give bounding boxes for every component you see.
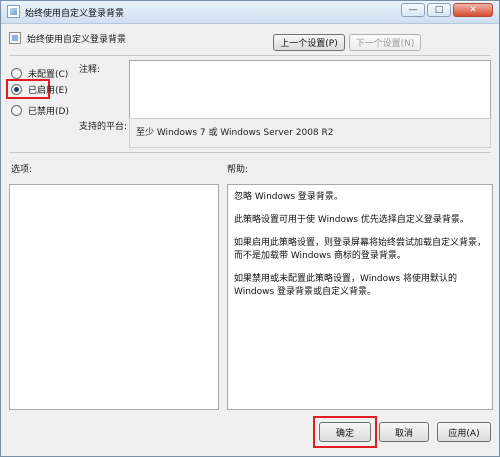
next-setting-button[interactable]: 下一个设置(N) bbox=[349, 34, 421, 51]
help-section-label: 帮助: bbox=[227, 165, 249, 175]
prev-setting-button[interactable]: 上一个设置(P) bbox=[273, 34, 345, 51]
section-divider bbox=[9, 152, 491, 153]
maximize-button[interactable]: □ bbox=[427, 3, 451, 17]
title-bar: 始终使用自定义登录背景 — □ ✕ bbox=[1, 1, 499, 24]
comment-label: 注释: bbox=[79, 65, 101, 75]
maximize-icon: □ bbox=[434, 5, 444, 15]
radio-dot bbox=[11, 68, 22, 79]
help-paragraph-3: 如果启用此策略设置，则登录屏幕将始终尝试加载自定义背景，而不是加载带 Windo… bbox=[234, 238, 487, 261]
options-panel[interactable] bbox=[9, 184, 219, 410]
header-divider bbox=[9, 55, 491, 56]
platform-field: 至少 Windows 7 或 Windows Server 2008 R2 bbox=[129, 118, 491, 148]
policy-setting-icon bbox=[9, 32, 21, 44]
help-text: 忽略 Windows 登录背景。 此策略设置可用于使 Windows 优先选择自… bbox=[234, 191, 486, 309]
comment-textarea[interactable] bbox=[129, 60, 491, 120]
policy-icon bbox=[7, 5, 20, 18]
options-section-label: 选项: bbox=[11, 165, 33, 175]
cancel-button[interactable]: 取消 bbox=[379, 422, 429, 442]
policy-name: 始终使用自定义登录背景 bbox=[27, 34, 127, 45]
policy-header: 始终使用自定义登录背景 bbox=[9, 29, 126, 47]
radio-disabled[interactable]: 已禁用(D) bbox=[11, 104, 69, 117]
window-controls: — □ ✕ bbox=[401, 3, 493, 19]
ok-button[interactable]: 确定 bbox=[319, 422, 371, 442]
help-paragraph-2: 此策略设置可用于使 Windows 优先选择自定义登录背景。 bbox=[234, 215, 469, 225]
minimize-icon: — bbox=[408, 5, 418, 15]
radio-label: 已启用(E) bbox=[28, 86, 68, 96]
platform-label: 支持的平台: bbox=[79, 122, 128, 132]
help-panel[interactable]: 忽略 Windows 登录背景。 此策略设置可用于使 Windows 优先选择自… bbox=[227, 184, 493, 410]
platform-value: 至少 Windows 7 或 Windows Server 2008 R2 bbox=[136, 128, 334, 138]
radio-label: 已禁用(D) bbox=[28, 107, 69, 117]
minimize-button[interactable]: — bbox=[401, 3, 425, 17]
radio-enabled[interactable]: 已启用(E) bbox=[11, 83, 68, 96]
close-button[interactable]: ✕ bbox=[453, 3, 493, 17]
window-title: 始终使用自定义登录背景 bbox=[25, 9, 125, 19]
help-paragraph-1: 忽略 Windows 登录背景。 bbox=[234, 192, 343, 202]
help-paragraph-4: 如果禁用或未配置此策略设置，Windows 将使用默认的 Windows 登录背… bbox=[234, 274, 458, 297]
policy-dialog-window: 始终使用自定义登录背景 — □ ✕ 始终使用自定义登录背景 上一个设置(P) 下… bbox=[0, 0, 500, 457]
apply-button[interactable]: 应用(A) bbox=[437, 422, 491, 442]
radio-dot bbox=[11, 84, 22, 95]
radio-dot bbox=[11, 105, 22, 116]
close-icon: ✕ bbox=[469, 5, 477, 15]
